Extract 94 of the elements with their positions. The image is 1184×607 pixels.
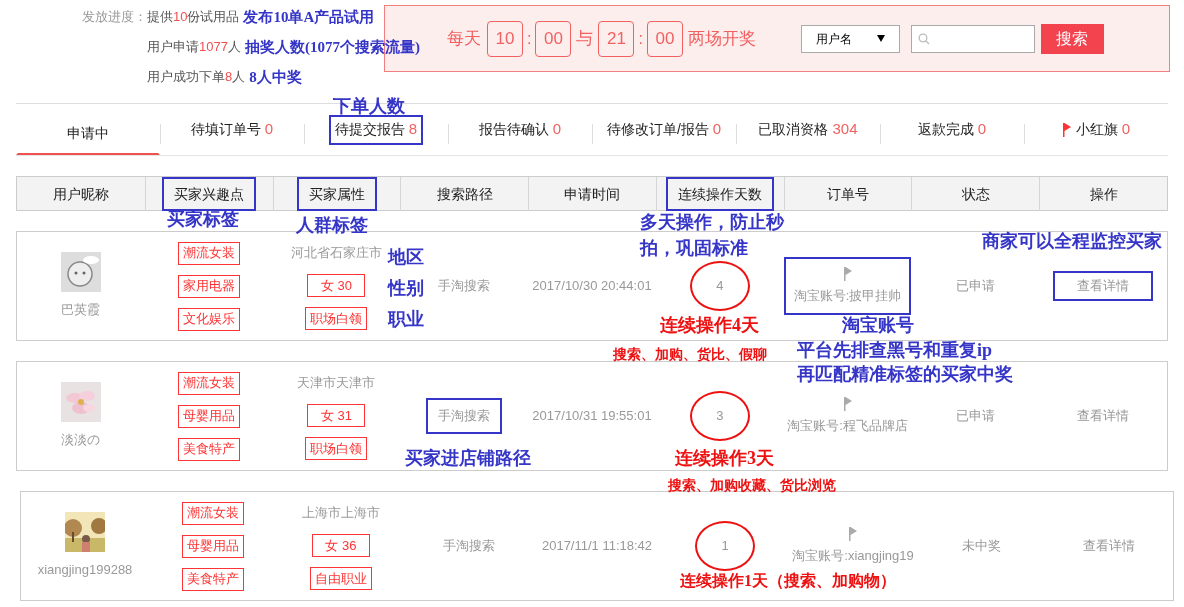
gender-age-tag: 女 30 [307, 274, 366, 297]
progress-text: 提供10份试用品 [147, 8, 240, 27]
annotation: 职业 [388, 308, 424, 331]
gender-age-tag: 女 31 [307, 404, 366, 427]
days-count: 4 [689, 261, 750, 311]
search-path: 手淘搜索 [426, 398, 503, 434]
occupation-tag: 自由职业 [310, 567, 372, 590]
search-icon [917, 32, 930, 45]
flag-icon [1061, 121, 1072, 138]
interest-tag: 潮流女装 [182, 501, 244, 525]
annotation: 连续操作3天 [675, 447, 774, 470]
column-header: 订单号 [826, 184, 871, 204]
column-header: 买家属性 [296, 177, 377, 211]
column-header: 操作 [1088, 184, 1119, 204]
annotation: 发布10单A产品试用 [243, 7, 375, 27]
minute-field: 00 [646, 20, 683, 57]
flag-icon [848, 526, 858, 543]
minute-field: 00 [535, 20, 572, 57]
progress-text: 用户申请1077人 [147, 38, 241, 57]
colon-text: : [638, 28, 643, 49]
annotation: 买家进店铺路径 [405, 447, 531, 470]
column-header: 状态 [960, 184, 991, 204]
status-text: 已申请 [955, 407, 995, 426]
status-text: 未中奖 [961, 537, 1001, 556]
annotation: 人群标签 [296, 214, 368, 237]
status-tab[interactable]: 待修改订单/报告 0 [600, 114, 728, 145]
annotation: 性别 [388, 277, 424, 300]
interest-tag: 美食特产 [182, 567, 244, 591]
caret-icon [876, 35, 885, 42]
annotation: 地区 [388, 246, 424, 269]
column-header: 用户昵称 [51, 184, 110, 204]
status-tab[interactable]: 返款完成 0 [911, 114, 993, 145]
colon-text: : [527, 28, 532, 49]
flag-icon [842, 266, 853, 283]
interest-tag: 美食特产 [177, 437, 240, 461]
interest-tag: 潮流女装 [177, 241, 240, 265]
gender-age-tag: 女 36 [312, 534, 370, 557]
annotation: 连续操作4天 [660, 314, 759, 337]
column-header: 连续操作天数 [666, 177, 775, 211]
hour-field: 10 [487, 20, 523, 57]
status-tab[interactable]: 已取消资格 304 [752, 114, 864, 145]
joiner-text: 与 [576, 27, 594, 50]
annotation: 搜索、加购收藏、货比浏览 [668, 477, 836, 495]
user-nickname: xiangjing199288 [37, 561, 133, 580]
days-count: 1 [695, 521, 755, 571]
progress-label: 发放进度： [82, 8, 147, 26]
status-tab[interactable]: 申请中 [16, 117, 160, 155]
hour-field: 21 [598, 20, 635, 57]
region-text: 河北省石家庄市 [290, 244, 382, 263]
annotation: 商家可以全程监控买家 [982, 230, 1162, 253]
user-nickname: 淡淡の [61, 431, 101, 450]
daily-label: 每天 [447, 27, 481, 50]
interest-tag: 文化娱乐 [177, 307, 240, 331]
avatar-icon [60, 252, 101, 293]
search-field[interactable] [910, 24, 1035, 53]
account-text: 淘宝账号:披甲挂帅 [793, 287, 902, 306]
status-tab[interactable]: 报告待确认 0 [472, 114, 568, 145]
account-text: 淘宝账号:程飞品牌店 [787, 417, 908, 436]
annotation: 多天操作，防止秒拍，巩固标准 [640, 211, 785, 260]
interest-tag: 潮流女装 [177, 371, 240, 395]
region-text: 上海市上海市 [302, 504, 380, 523]
apply-time: 2017/11/1 11:18:42 [541, 537, 653, 556]
interest-tag: 家用电器 [177, 274, 240, 298]
search-type-select[interactable]: 用户名 [800, 24, 900, 53]
apply-time: 2017/10/30 20:44:01 [532, 277, 652, 296]
annotation: 8人中奖 [249, 67, 302, 87]
account-text: 淘宝账号:xiangjing19 [792, 547, 914, 566]
annotation: 淘宝账号 [842, 314, 914, 337]
annotation: 搜索、加购、货比、假聊 [613, 346, 767, 364]
interest-tag: 母婴用品 [177, 404, 240, 428]
column-header: 搜索路径 [435, 184, 494, 204]
progress-text: 用户成功下单8人 [147, 68, 246, 87]
status-tab[interactable]: 待填订单号 0 [184, 114, 280, 145]
annotation: 连续操作1天（搜索、加购物） [680, 571, 896, 591]
search-button[interactable]: 搜索 [1040, 23, 1104, 54]
days-count: 3 [689, 391, 750, 441]
status-text: 已申请 [955, 277, 995, 296]
flag-icon [842, 396, 853, 413]
occupation-tag: 职场白领 [305, 307, 368, 330]
status-tab[interactable]: 小红旗 0 [1055, 114, 1137, 145]
annotation: 买家标签 [167, 208, 239, 231]
status-tab[interactable]: 待提交报告 8 [328, 114, 424, 145]
user-nickname: 巴英霞 [61, 301, 101, 320]
annotation: 再匹配精准标签的买家中奖 [797, 363, 1013, 386]
occupation-tag: 职场白领 [305, 437, 368, 460]
search-path: 手淘搜索 [437, 277, 492, 296]
search-path: 手淘搜索 [442, 537, 496, 556]
column-header: 申请时间 [563, 184, 622, 204]
region-text: 天津市天津市 [297, 374, 376, 393]
column-header: 买家兴趣点 [162, 177, 257, 211]
annotation: 平台先排查黑号和重复ip [797, 339, 992, 362]
apply-time: 2017/10/31 19:55:01 [532, 407, 652, 426]
interest-tag: 母婴用品 [182, 534, 244, 558]
draw-label: 两场开奖 [687, 27, 756, 50]
